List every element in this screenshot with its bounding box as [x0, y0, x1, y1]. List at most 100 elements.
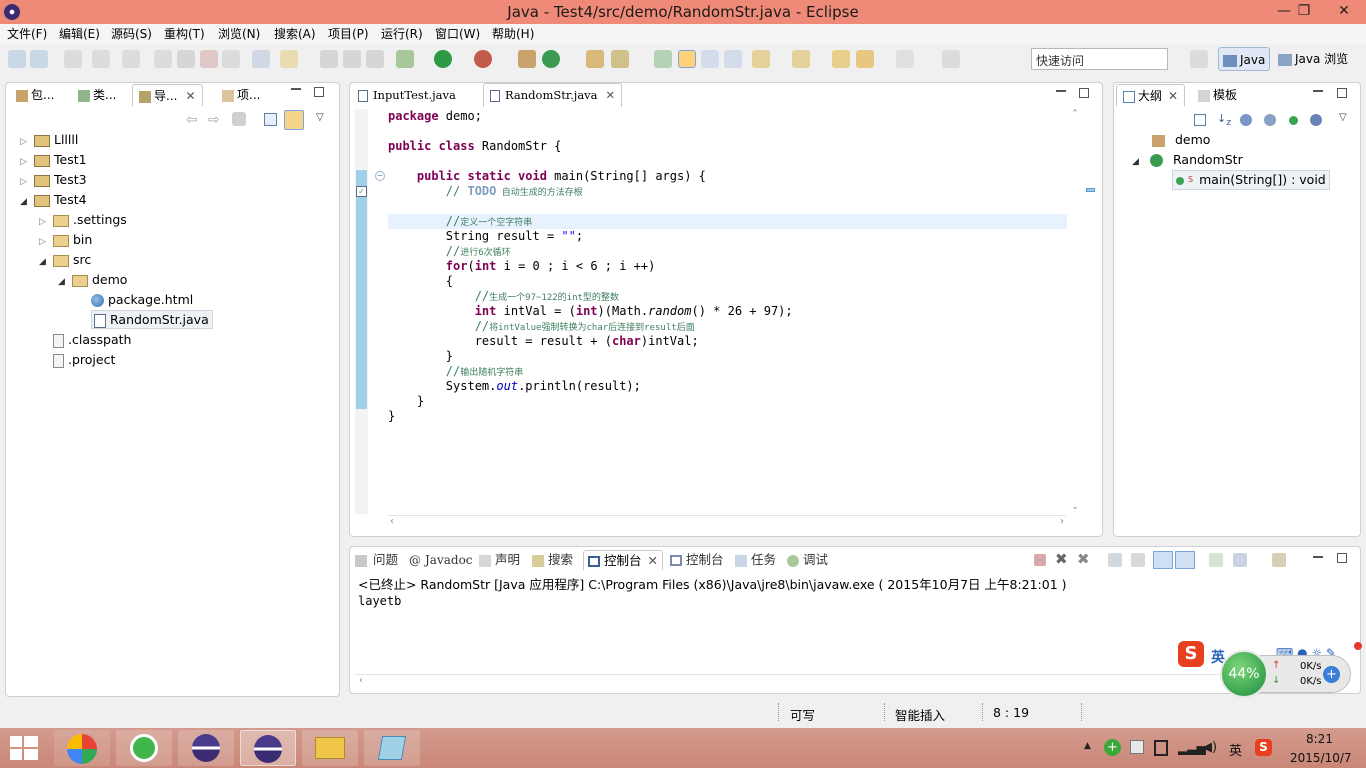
maximize-outline-icon[interactable] [1337, 88, 1347, 98]
tab-package[interactable]: 包... [10, 84, 60, 106]
expand-arrow-icon[interactable]: ▷ [39, 212, 53, 232]
outline-item[interactable]: ◢ RandomStr [1132, 150, 1243, 170]
scroll-lock-icon[interactable] [1131, 553, 1145, 567]
tab-search[interactable]: 搜索 [532, 550, 573, 570]
search-tool-icon[interactable] [611, 50, 629, 68]
print-icon[interactable] [366, 50, 384, 68]
code-line[interactable]: } [388, 349, 453, 364]
tab-debug[interactable]: 调试 [787, 550, 828, 570]
code-line[interactable]: result = result + (char)intVal; [388, 334, 699, 349]
sort-icon[interactable]: ↓z [1217, 112, 1231, 128]
task-marker-icon[interactable]: ✓ [356, 186, 367, 197]
close-tab-icon[interactable]: ✕ [1168, 89, 1178, 103]
link-editor-icon[interactable] [284, 110, 304, 130]
tab-templates[interactable]: 模板 [1192, 84, 1243, 106]
taskbar-explorer[interactable] [302, 730, 358, 766]
tray-plus-icon[interactable]: + [1104, 739, 1121, 756]
scroll-up-icon[interactable]: ⌃ [1068, 109, 1082, 119]
boost-plus-icon[interactable]: + [1323, 666, 1340, 683]
scroll-left-icon[interactable]: ‹ [390, 516, 394, 527]
skip-breakpoints-icon[interactable] [252, 50, 270, 68]
tree-item[interactable]: ▷ Test3 [10, 170, 335, 190]
tray-flag-icon[interactable] [1130, 740, 1144, 754]
tree-item[interactable]: ▷ bin [10, 230, 335, 250]
minimize-outline-icon[interactable] [1313, 90, 1323, 92]
maximize-console-icon[interactable] [1337, 553, 1347, 563]
fold-icon[interactable]: − [375, 171, 385, 181]
sogou-s-icon[interactable]: S [1178, 641, 1204, 667]
collapse-all-icon[interactable] [264, 113, 277, 126]
horizontal-scrollbar[interactable]: ‹ › [388, 515, 1066, 529]
prev-annotation-icon[interactable] [792, 50, 810, 68]
expand-arrow-icon[interactable]: ▷ [20, 172, 34, 192]
code-line[interactable]: } [388, 394, 424, 409]
tree-item-selected[interactable]: RandomStr.java [10, 310, 335, 330]
collapse-outline-icon[interactable] [1194, 114, 1206, 126]
taskbar-360-app[interactable] [116, 730, 172, 766]
taskbar-eclipse-2[interactable] [240, 730, 296, 766]
hide-nonpublic-icon[interactable] [1289, 116, 1298, 125]
forward-icon[interactable] [896, 50, 914, 68]
tab-inputtest[interactable]: InputTest.java [352, 84, 462, 106]
step-icon[interactable] [122, 50, 140, 68]
restore-button[interactable]: ❐ [1290, 0, 1318, 22]
forward-nav-icon[interactable]: ⇨ [208, 112, 220, 128]
code-line[interactable]: System.out.println(result); [388, 379, 641, 394]
block-select-icon[interactable] [701, 50, 719, 68]
memory-gauge[interactable]: 44% [1220, 650, 1268, 698]
code-line[interactable]: //进行6次循环 [388, 244, 511, 259]
minimize-view-icon[interactable] [291, 88, 301, 90]
pin-icon[interactable] [942, 50, 960, 68]
up-nav-icon[interactable] [232, 112, 246, 126]
open-perspective-icon[interactable] [1190, 50, 1208, 68]
hide-fields-icon[interactable] [1240, 114, 1252, 126]
scroll-left-icon[interactable]: ‹ [359, 675, 363, 686]
tab-javadoc[interactable]: @ Javadoc [409, 550, 473, 570]
tab-navigator[interactable]: 导... ✕ [132, 84, 203, 106]
scroll-right-icon[interactable]: › [1060, 516, 1064, 527]
vertical-scrollbar[interactable]: ⌃ ⌄ [1068, 109, 1082, 514]
open-type-icon[interactable] [586, 50, 604, 68]
new-package-icon[interactable] [518, 50, 536, 68]
word-wrap-icon[interactable] [1153, 551, 1173, 569]
pin-console-icon[interactable] [1209, 553, 1223, 567]
expand-arrow-icon[interactable]: ▷ [39, 232, 53, 252]
code-line[interactable]: //生成一个97~122的int型的整数 [388, 289, 619, 304]
expand-arrow-icon[interactable]: ▷ [20, 152, 34, 172]
menu-run[interactable]: 运行(R) [378, 24, 426, 44]
outline-menu-icon[interactable]: ▽ [1339, 112, 1347, 123]
save-all-icon[interactable] [343, 50, 361, 68]
menu-project[interactable]: 项目(P) [325, 24, 372, 44]
tray-battery-icon[interactable] [1154, 740, 1168, 756]
menu-refactor[interactable]: 重构(T) [161, 24, 208, 44]
tray-ime-label[interactable]: 英 [1229, 740, 1242, 759]
terminate-icon[interactable] [1034, 554, 1046, 566]
code-line[interactable]: //定义一个空字符串 [388, 214, 532, 229]
code-line[interactable]: package demo; [388, 109, 482, 124]
menu-navigate[interactable]: 浏览(N) [215, 24, 263, 44]
code-line[interactable]: for(int i = 0 ; i < 6 ; i ++) [388, 259, 656, 274]
redo-icon[interactable] [92, 50, 110, 68]
menu-window[interactable]: 窗口(W) [432, 24, 483, 44]
new-class-icon[interactable] [542, 50, 560, 68]
code-line[interactable]: public static void main(String[] args) { [388, 169, 706, 184]
minimize-console-icon[interactable] [1313, 556, 1323, 558]
code-line[interactable]: // TODO 自动生成的方法存根 [388, 184, 583, 199]
tree-item[interactable]: ◢ demo [10, 270, 335, 290]
code-line[interactable]: //输出随机字符串 [388, 364, 523, 379]
annotation-icon[interactable] [654, 50, 672, 68]
perspective-java[interactable]: Java [1218, 47, 1271, 71]
taskbar-notepad[interactable] [364, 730, 420, 766]
tree-item[interactable]: .classpath [10, 330, 335, 350]
tray-sogou-icon[interactable]: S [1255, 739, 1272, 756]
tab-declaration[interactable]: 声明 [479, 550, 520, 570]
console-output[interactable]: layetb [358, 594, 401, 608]
close-tab-icon[interactable]: ✕ [606, 88, 616, 102]
back-icon[interactable] [856, 50, 874, 68]
code-line[interactable]: int intVal = (int)(Math.random() * 26 + … [388, 304, 793, 319]
save-icon[interactable] [320, 50, 338, 68]
debug-icon[interactable] [396, 50, 414, 68]
outline-item[interactable]: demo [1152, 130, 1210, 150]
view-menu-icon[interactable]: ▽ [316, 112, 324, 123]
console-hscroll[interactable]: ‹ [355, 674, 1343, 688]
